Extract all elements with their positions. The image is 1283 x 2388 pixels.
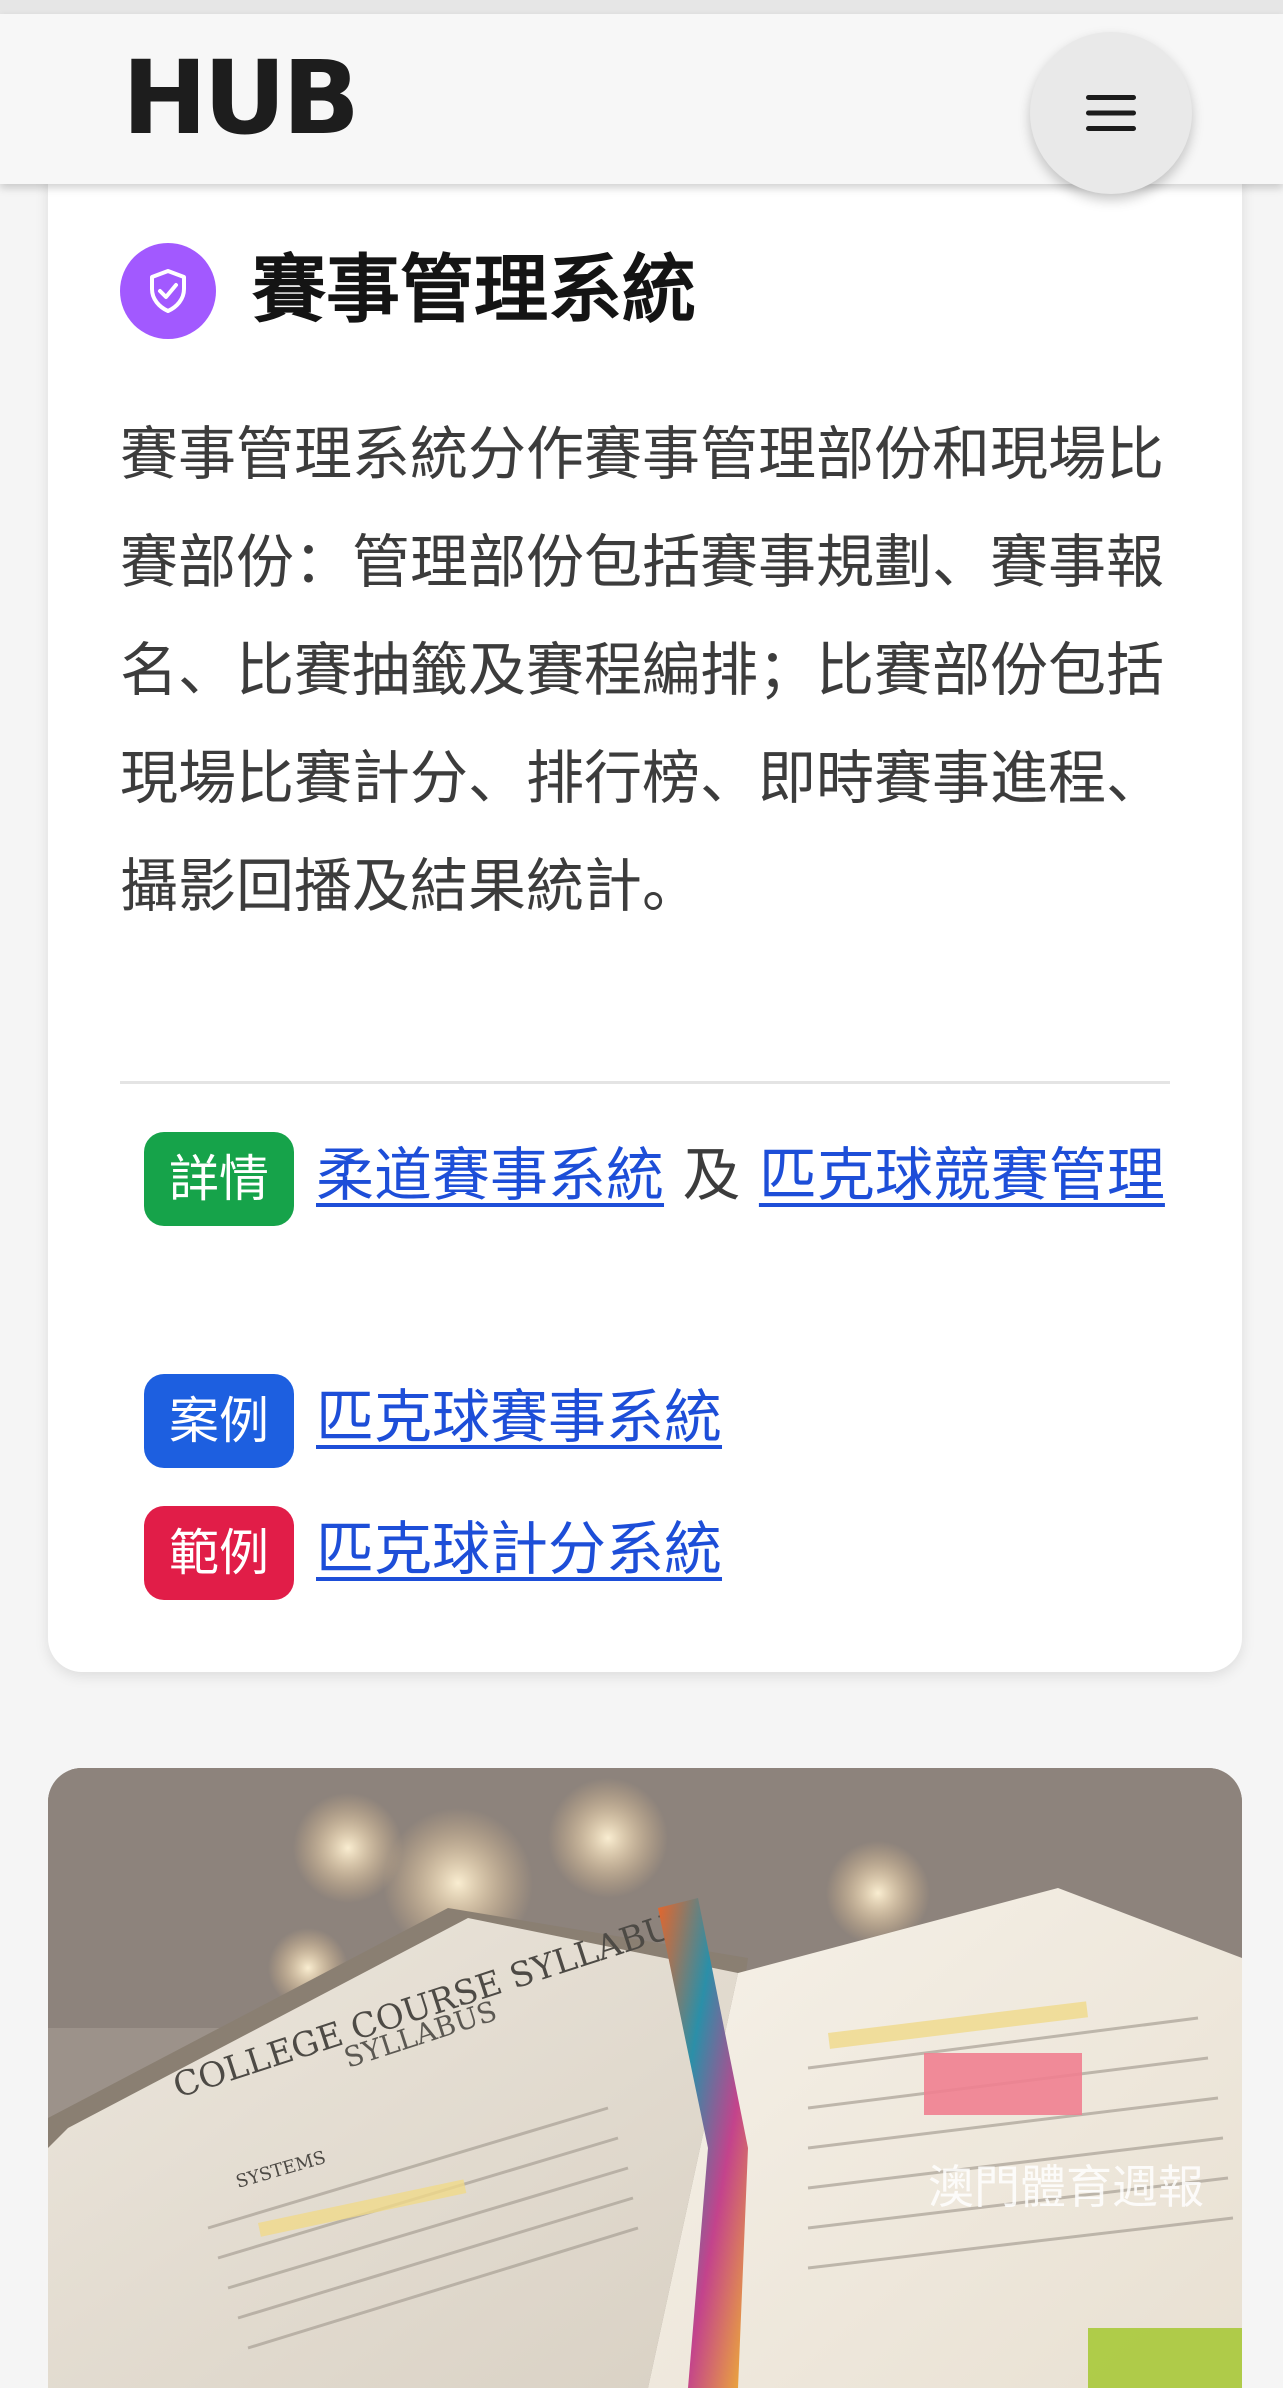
syllabus-image-card[interactable]: COLLEGE COURSE SYLLABUS SYLLABUS SYSTEMS…: [48, 1768, 1242, 2388]
divider: [120, 1081, 1170, 1084]
shield-check-icon: [150, 269, 186, 313]
example-row: 範例 匹克球計分系統: [144, 1502, 722, 1600]
pickleball-event-system-link[interactable]: 匹克球賽事系統: [316, 1383, 722, 1451]
title-icon-badge: [120, 243, 216, 339]
judo-system-link[interactable]: 柔道賽事系統: [316, 1141, 664, 1209]
open-book-photo: COLLEGE COURSE SYLLABUS SYLLABUS SYSTEMS…: [48, 1768, 1242, 2388]
case-tag: 案例: [144, 1373, 294, 1468]
card-description: 賽事管理系統分作賽事管理部份和現場比賽部份：管理部份包括賽事規劃、賽事報名、比賽…: [120, 420, 1165, 920]
hamburger-menu-icon: [1086, 95, 1136, 131]
example-tag: 範例: [144, 1505, 294, 1600]
case-row: 案例 匹克球賽事系統: [144, 1370, 722, 1468]
watermark-text: 澳門體育週報: [928, 2160, 1204, 2214]
pickleball-management-link[interactable]: 匹克球競賽管理: [759, 1141, 1165, 1209]
menu-button[interactable]: [1030, 32, 1192, 194]
pickleball-scoring-system-link[interactable]: 匹克球計分系統: [316, 1515, 722, 1583]
details-joiner: 及: [682, 1141, 741, 1209]
hub-logo[interactable]: HUB: [122, 48, 360, 150]
card-title: 賽事管理系統: [252, 247, 696, 333]
status-strip: [0, 0, 1283, 14]
details-row: 詳情 柔道賽事系統 及 匹克球競賽管理: [120, 1120, 1190, 1230]
top-navbar: HUB: [0, 14, 1283, 194]
details-tag: 詳情: [144, 1131, 294, 1226]
